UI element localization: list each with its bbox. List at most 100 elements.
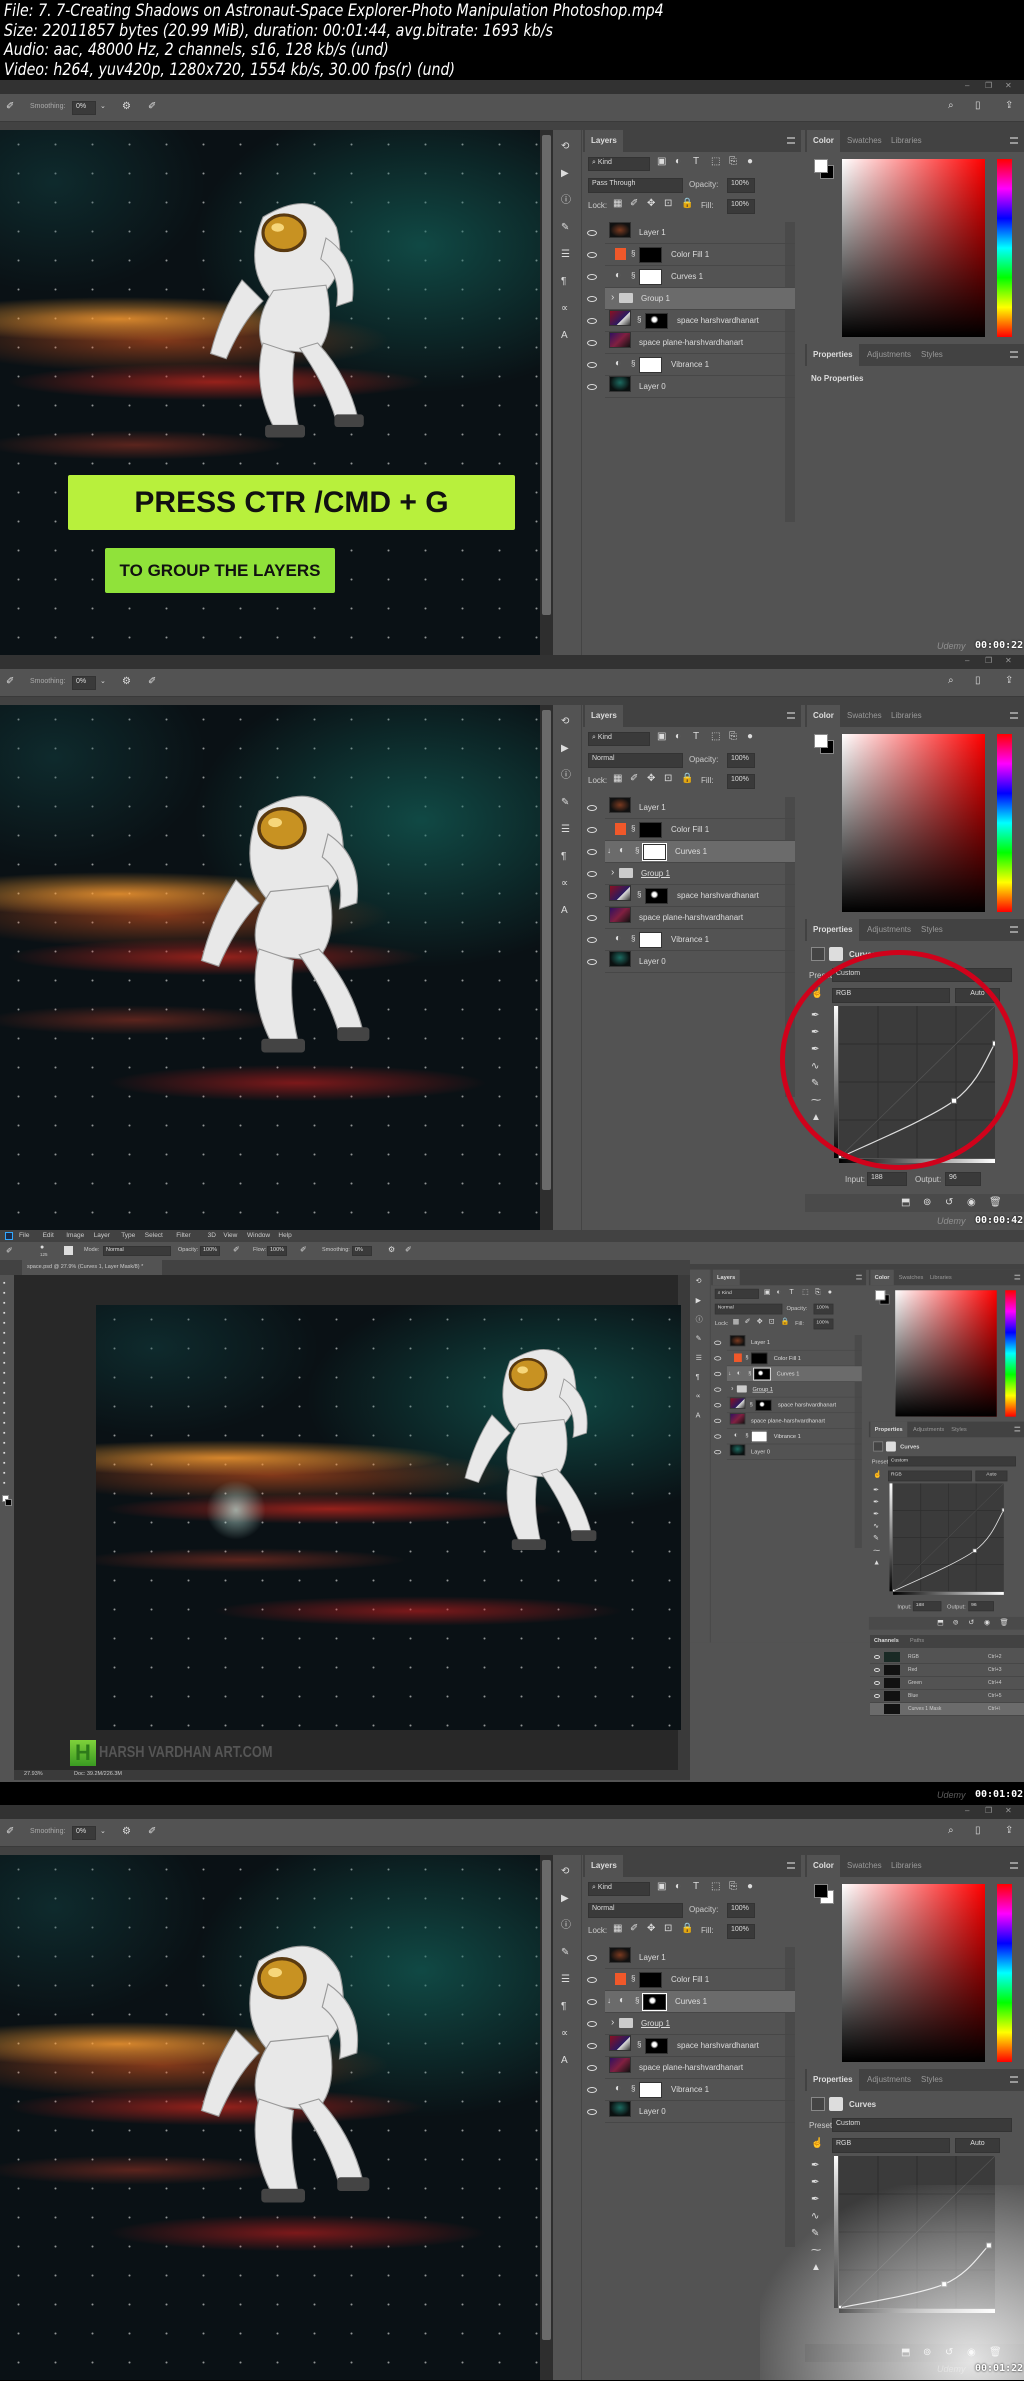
- tab-properties[interactable]: Properties: [807, 344, 859, 366]
- layer-mask-thumbnail[interactable]: [751, 1352, 768, 1365]
- adjust-icon[interactable]: ☰: [696, 1355, 706, 1365]
- visibility-eye-icon[interactable]: [714, 1434, 722, 1439]
- tab-properties[interactable]: Properties: [870, 1421, 907, 1438]
- layer-row[interactable]: › Group 1: [714, 1382, 862, 1398]
- layer-row[interactable]: space plane-harshvardhanart: [714, 1413, 862, 1429]
- layer-row[interactable]: ↓ ◐ § Curves 1: [587, 841, 795, 863]
- document-canvas[interactable]: [0, 705, 540, 1230]
- layer-row[interactable]: Layer 1: [587, 1947, 795, 1969]
- layer-row[interactable]: ◐ § Vibrance 1: [587, 2079, 795, 2101]
- channel-row[interactable]: Red Ctrl+3: [870, 1664, 1024, 1677]
- tab-adjustments[interactable]: Adjustments: [861, 344, 917, 366]
- history-icon[interactable]: ⟲: [561, 142, 575, 156]
- layer-row[interactable]: Layer 1: [587, 222, 795, 244]
- layer-mask-thumbnail[interactable]: [642, 1993, 667, 2011]
- channel-row[interactable]: RGB Ctrl+2: [870, 1651, 1024, 1664]
- input-field[interactable]: 188: [867, 1172, 907, 1186]
- panel-menu-icon[interactable]: [1014, 1274, 1021, 1280]
- curves-graph[interactable]: [893, 1483, 1004, 1592]
- actions-play-icon[interactable]: ▶: [561, 1894, 575, 1908]
- stamp-tool-icon[interactable]: ▪: [3, 1359, 11, 1367]
- lock-transparent-icon[interactable]: ▦: [613, 774, 625, 786]
- eyedropper-black-icon[interactable]: ✒: [873, 1487, 883, 1497]
- tab-channels[interactable]: Channels: [874, 1638, 899, 1644]
- mask-icon[interactable]: [829, 947, 843, 961]
- layer-mask-thumbnail[interactable]: [639, 1972, 662, 1988]
- close-icon[interactable]: ✕: [1005, 81, 1015, 91]
- delete-icon[interactable]: 🗑: [1000, 1619, 1009, 1629]
- tab-layers[interactable]: Layers: [585, 130, 623, 152]
- layer-row[interactable]: space plane-harshvardhanart: [587, 907, 795, 929]
- layer-mask-thumbnail[interactable]: [642, 843, 667, 861]
- layer-row[interactable]: ↓ ◐ § Curves 1: [714, 1366, 862, 1382]
- fill-input[interactable]: 100%: [813, 1318, 834, 1330]
- adjustment-filter-icon[interactable]: ◐: [675, 1882, 687, 1894]
- expand-chevron-icon[interactable]: ›: [731, 1385, 733, 1392]
- visibility-eye-icon[interactable]: [587, 230, 597, 236]
- info-icon[interactable]: ⓘ: [696, 1316, 706, 1327]
- layer-row[interactable]: › Group 1: [587, 288, 795, 310]
- visibility-eye-icon[interactable]: [587, 2043, 597, 2049]
- blur-tool-icon[interactable]: ▪: [3, 1399, 11, 1407]
- smoothing-input[interactable]: 0%: [352, 1246, 372, 1256]
- color-picker-field[interactable]: [842, 734, 985, 912]
- lock-artboard-icon[interactable]: ⊡: [769, 1318, 778, 1328]
- lock-artboard-icon[interactable]: ⊡: [664, 1924, 676, 1936]
- panel-menu-icon[interactable]: [1014, 1426, 1021, 1432]
- visibility-eye-icon[interactable]: [714, 1371, 722, 1377]
- actions-play-icon[interactable]: ▶: [561, 744, 575, 758]
- expand-chevron-icon[interactable]: ›: [611, 2018, 614, 2028]
- info-icon[interactable]: ⓘ: [561, 1921, 575, 1935]
- workspace-icon[interactable]: ▯: [975, 676, 989, 690]
- tab-color[interactable]: Color: [807, 130, 840, 152]
- visibility-eye-icon[interactable]: [874, 1655, 880, 1659]
- view-previous-icon[interactable]: ⊚: [923, 1198, 935, 1210]
- fill-input[interactable]: 100%: [727, 199, 755, 214]
- menu-item-type[interactable]: Type: [121, 1232, 135, 1239]
- expand-chevron-icon[interactable]: ›: [611, 868, 614, 878]
- lock-all-icon[interactable]: 🔒: [681, 1924, 693, 1936]
- adjustment-filter-icon[interactable]: ◐: [675, 732, 687, 744]
- visibility-eye-icon[interactable]: [587, 893, 597, 899]
- tab-adjustments[interactable]: Adjustments: [909, 1422, 949, 1438]
- flow-input[interactable]: 100%: [267, 1246, 287, 1256]
- brush-tool-icon[interactable]: ✐: [6, 677, 18, 689]
- shape-filter-icon[interactable]: ⬚: [711, 1882, 723, 1894]
- hue-slider[interactable]: [997, 159, 1012, 337]
- shape-tool-icon[interactable]: ▪: [3, 1449, 11, 1457]
- layer-row[interactable]: space plane-harshvardhanart: [587, 2057, 795, 2079]
- document-canvas[interactable]: [96, 1305, 681, 1730]
- targeted-adjustment-icon[interactable]: ☝: [873, 1471, 883, 1481]
- restore-icon[interactable]: ❐: [985, 1806, 995, 1816]
- layer-row[interactable]: ◐ § Vibrance 1: [587, 929, 795, 951]
- restore-icon[interactable]: ❐: [985, 81, 995, 91]
- tab-paths[interactable]: Paths: [910, 1638, 924, 1644]
- blend-mode-select[interactable]: Normal: [588, 753, 683, 768]
- history-icon[interactable]: ⟲: [561, 1867, 575, 1881]
- fill-input[interactable]: 100%: [727, 774, 755, 789]
- color-picker-field[interactable]: [895, 1290, 997, 1417]
- visibility-eye-icon[interactable]: [587, 2021, 597, 2027]
- layer-row[interactable]: Layer 0: [714, 1444, 862, 1460]
- lock-image-icon[interactable]: ✐: [630, 199, 642, 211]
- layer-row[interactable]: § Color Fill 1: [587, 1969, 795, 1991]
- lock-position-icon[interactable]: ✥: [647, 774, 659, 786]
- actions-play-icon[interactable]: ▶: [561, 169, 575, 183]
- filter-toggle-icon[interactable]: ●: [747, 732, 759, 744]
- glyph-icon[interactable]: ∝: [561, 879, 575, 893]
- brush-tool-icon[interactable]: ✐: [6, 1827, 18, 1839]
- panel-menu-icon[interactable]: [1010, 137, 1018, 144]
- visibility-eye-icon[interactable]: [714, 1403, 722, 1408]
- visibility-eye-icon[interactable]: [587, 384, 597, 390]
- eyedropper-black-icon[interactable]: ✒: [811, 2161, 825, 2175]
- panel-menu-icon[interactable]: [1010, 2076, 1018, 2083]
- smoothing-settings-gear-icon[interactable]: ⚙: [122, 1827, 134, 1839]
- info-icon[interactable]: ⓘ: [561, 771, 575, 785]
- smoothing-settings-gear-icon[interactable]: ⚙: [122, 677, 134, 689]
- type-filter-icon[interactable]: T: [789, 1288, 798, 1298]
- smooth-icon[interactable]: ⁓: [873, 1547, 883, 1557]
- paragraph-icon[interactable]: ¶: [696, 1374, 706, 1384]
- share-icon[interactable]: ⇪: [1005, 1826, 1019, 1840]
- reset-icon[interactable]: ↺: [968, 1619, 977, 1629]
- menu-item-edit[interactable]: Edit: [43, 1232, 54, 1239]
